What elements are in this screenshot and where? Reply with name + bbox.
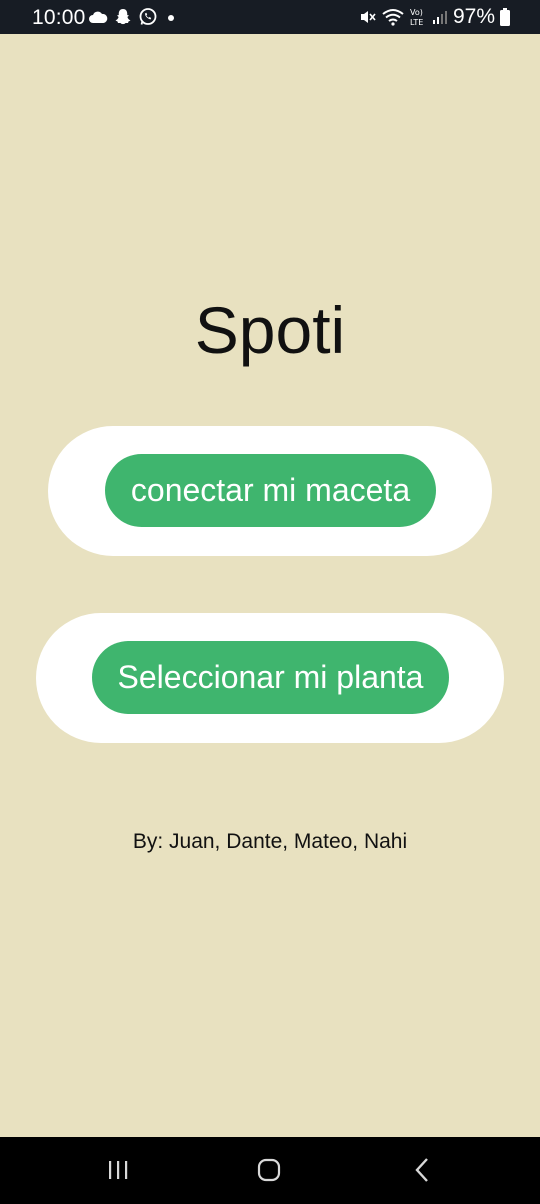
status-right-icons: Vo) LTE 97%: [359, 5, 510, 28]
snapchat-icon: [114, 8, 132, 26]
navigation-bar: [0, 1137, 540, 1204]
back-icon: [414, 1157, 430, 1183]
home-icon: [257, 1158, 281, 1182]
whatsapp-icon: [138, 7, 158, 27]
svg-text:LTE: LTE: [410, 18, 423, 27]
cloud-icon: [88, 10, 108, 24]
mute-icon: [359, 8, 377, 26]
status-left-icons: [88, 8, 178, 26]
home-button[interactable]: [251, 1155, 287, 1185]
connect-pot-button[interactable]: conectar mi maceta: [105, 454, 436, 527]
wifi-icon: [382, 8, 404, 26]
signal-icon: [432, 9, 448, 25]
notification-dot-icon: [164, 10, 178, 24]
battery-percent: 97%: [452, 5, 495, 28]
back-button[interactable]: [404, 1155, 440, 1185]
recents-icon: [106, 1159, 130, 1181]
status-bar: 10:00 Vo) LTE 97%: [0, 0, 540, 34]
volte-lte-icon: Vo) LTE: [409, 7, 427, 27]
credits-text: By: Juan, Dante, Mateo, Nahi: [132, 830, 408, 853]
app-title: Spoti: [194, 293, 346, 367]
svg-text:Vo): Vo): [410, 8, 423, 17]
status-time: 10:00: [32, 6, 86, 29]
select-plant-button[interactable]: Seleccionar mi planta: [92, 641, 449, 714]
battery-icon: [500, 8, 510, 26]
recents-button[interactable]: [100, 1155, 136, 1185]
